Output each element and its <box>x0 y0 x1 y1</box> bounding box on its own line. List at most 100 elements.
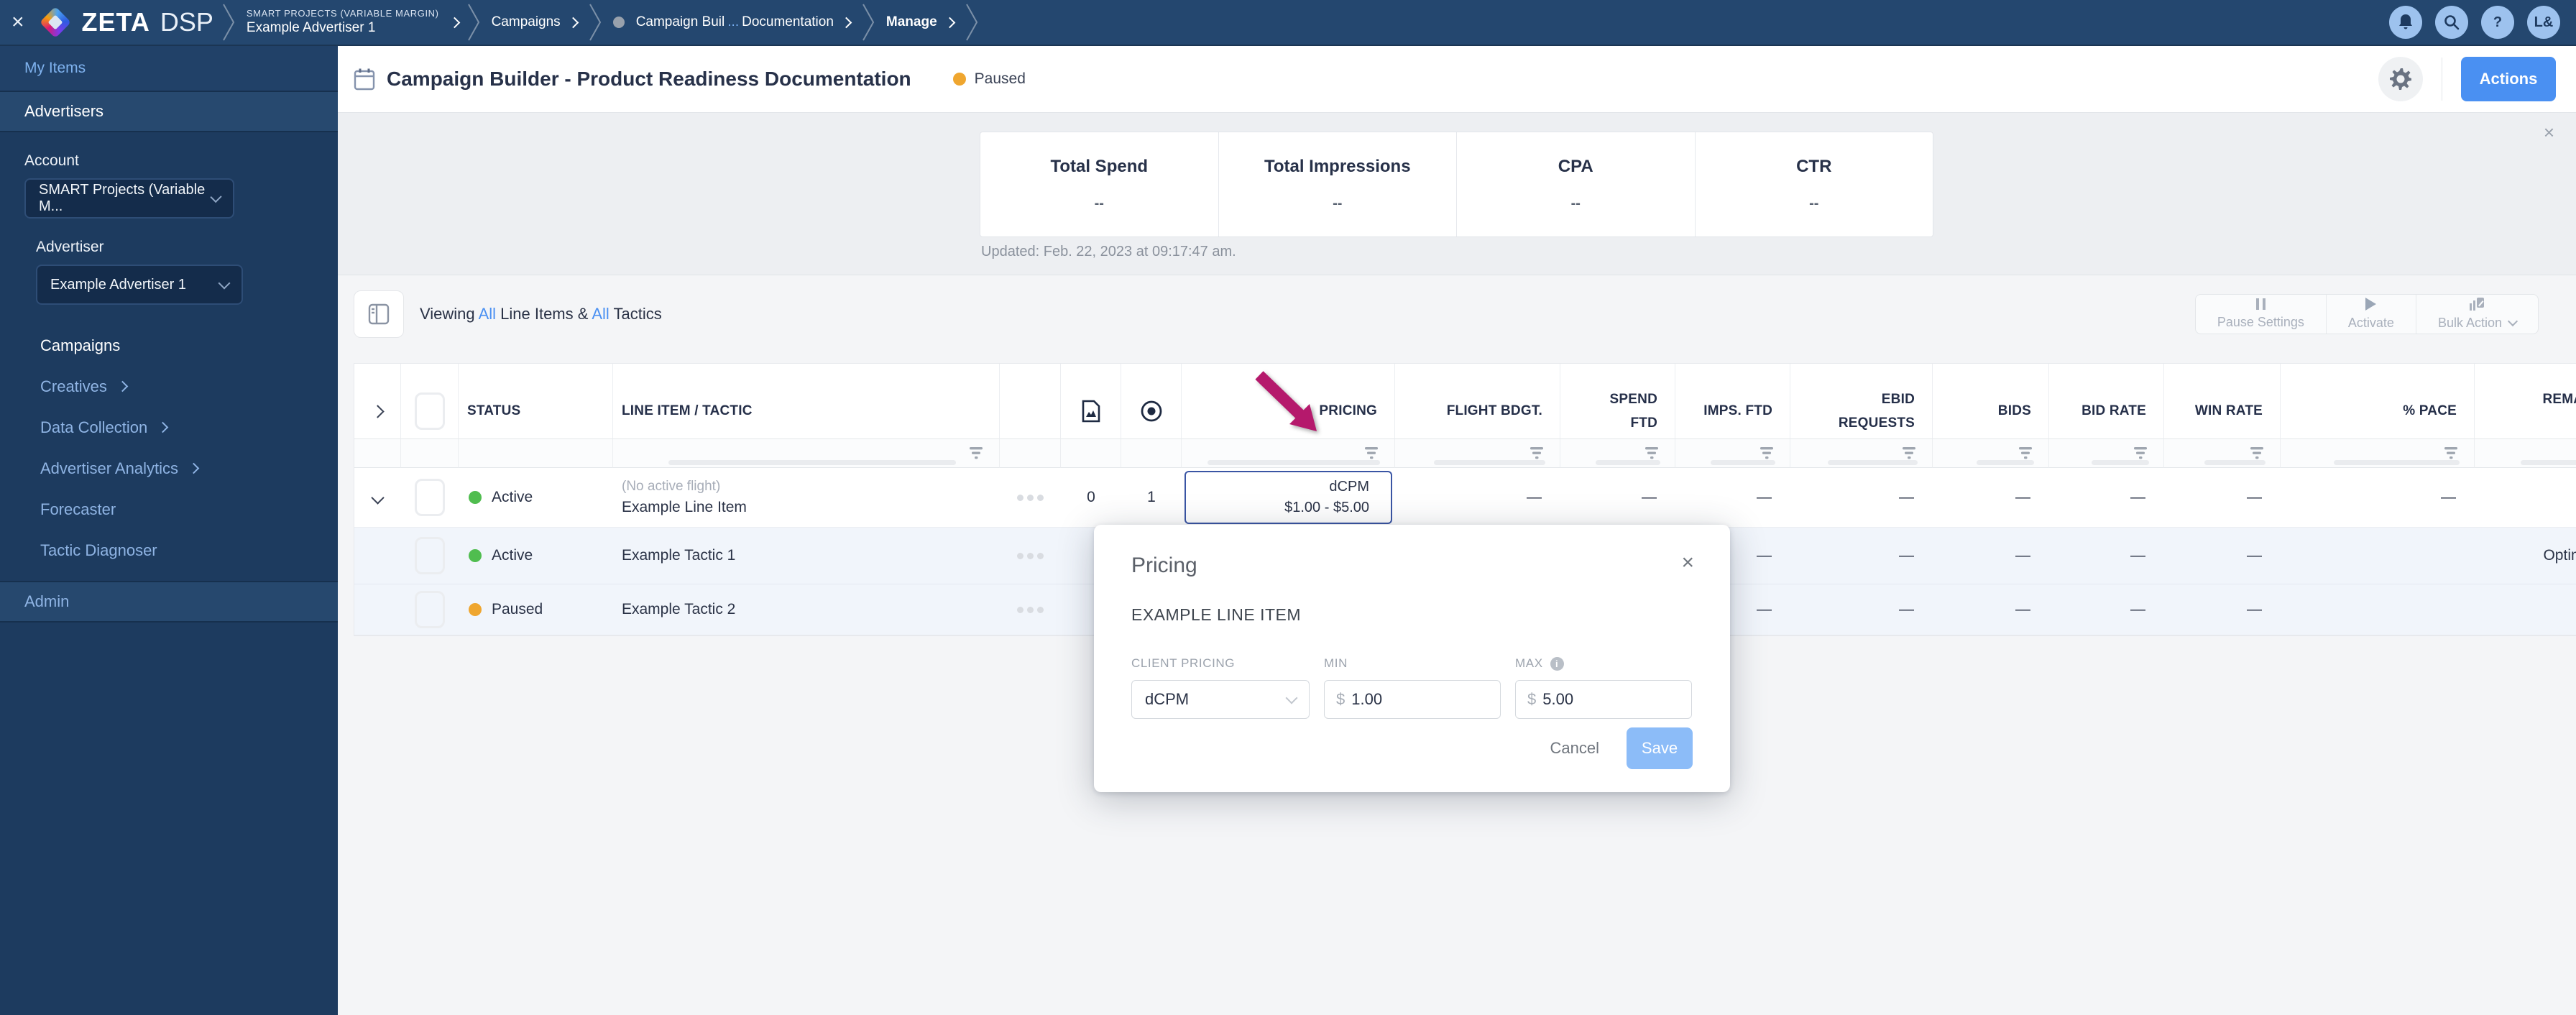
row-remaining: Optimized <box>2475 528 2576 584</box>
filter-cell-win-rate[interactable] <box>2164 439 2281 468</box>
min-input[interactable]: $ 1.00 <box>1324 680 1501 719</box>
filter-cell-ebid[interactable] <box>1790 439 1933 468</box>
row-tactic-name[interactable]: Example Tactic 2 <box>613 584 1000 635</box>
user-avatar[interactable]: L& <box>2527 6 2560 39</box>
header-remaining-budget[interactable]: REMAININGBDGT. <box>2475 364 2576 439</box>
header-expander[interactable] <box>354 364 401 439</box>
viewing-all-tactics-link[interactable]: All <box>592 305 609 323</box>
row-menu[interactable] <box>1000 528 1061 584</box>
row-select[interactable] <box>401 528 459 584</box>
modal-close-icon[interactable]: × <box>1681 551 1694 575</box>
header-win-rate[interactable]: WIN RATE <box>2164 364 2281 439</box>
status-dot <box>469 549 482 562</box>
client-pricing-select[interactable]: dCPM <box>1131 680 1310 719</box>
actions-button[interactable]: Actions <box>2461 57 2556 101</box>
ellipsis-menu-icon[interactable] <box>1017 606 1044 613</box>
row-menu[interactable] <box>1000 468 1061 527</box>
admin-label: Admin <box>24 592 70 610</box>
header-bid-rate[interactable]: BID RATE <box>2049 364 2164 439</box>
row-menu[interactable] <box>1000 584 1061 635</box>
bulk-action-button[interactable]: Bulk Action <box>2416 295 2538 334</box>
advertiser-select[interactable]: Example Advertiser 1 <box>36 265 243 305</box>
notifications-button[interactable] <box>2389 6 2422 39</box>
filter-cell-pricing[interactable] <box>1182 439 1395 468</box>
header-imps-ftd[interactable]: IMPS. FTD <box>1675 364 1790 439</box>
sidebar-item-tactic-diagnoser[interactable]: Tactic Diagnoser <box>0 530 338 571</box>
sidebar-item-my-items[interactable]: My Items <box>0 46 338 92</box>
breadcrumb-campaign[interactable]: Campaign Buil ... Documentation <box>636 14 852 30</box>
row-targeting-count[interactable]: 1 <box>1121 468 1182 527</box>
row-line-item-name[interactable]: (No active flight) Example Line Item <box>613 468 1000 527</box>
sidebar-item-creatives[interactable]: Creatives <box>0 366 338 407</box>
header-creatives[interactable] <box>1061 364 1121 439</box>
modal-title: Pricing <box>1131 554 1197 577</box>
checkbox[interactable] <box>414 392 445 430</box>
filter-underline <box>2204 460 2266 465</box>
row-select[interactable] <box>401 584 459 635</box>
header-select-all[interactable] <box>401 364 459 439</box>
save-button[interactable]: Save <box>1627 727 1693 769</box>
header-flight-budget[interactable]: FLIGHT BDGT. <box>1395 364 1560 439</box>
activate-button[interactable]: Activate <box>2327 294 2416 334</box>
sidebar-item-campaigns[interactable]: Campaigns <box>0 325 338 366</box>
close-stats-icon[interactable]: × <box>2544 121 2554 144</box>
filter-icon <box>2250 447 2263 459</box>
header-line-item[interactable]: LINE ITEM / TACTIC <box>613 364 1000 439</box>
header-ebid-requests[interactable]: EBID REQUESTS <box>1790 364 1933 439</box>
sidebar-item-label: Advertiser Analytics <box>40 459 178 477</box>
sidebar-item-admin[interactable]: Admin <box>0 581 338 623</box>
sidebar-item-forecaster[interactable]: Forecaster <box>0 489 338 530</box>
account-select[interactable]: SMART Projects (Variable M... <box>24 178 234 219</box>
ellipsis-menu-icon[interactable] <box>1017 494 1044 501</box>
chevron-right-icon <box>188 462 200 474</box>
row-tactic-name[interactable]: Example Tactic 1 <box>613 528 1000 584</box>
view-settings-button[interactable] <box>354 290 404 338</box>
header-label: BIDS <box>1997 403 2031 419</box>
sidebar-item-data-collection[interactable]: Data Collection <box>0 407 338 448</box>
viewing-all-line-items-link[interactable]: All <box>479 305 496 323</box>
row-expander[interactable] <box>354 468 401 527</box>
header-targeting[interactable] <box>1121 364 1182 439</box>
close-icon[interactable]: × <box>12 12 24 33</box>
breadcrumb-advertiser[interactable]: SMART PROJECTS (VARIABLE MARGIN) Example… <box>247 8 439 37</box>
cancel-button[interactable]: Cancel <box>1550 739 1599 758</box>
max-input[interactable]: $ 5.00 <box>1515 680 1692 719</box>
header-status[interactable]: STATUS <box>459 364 613 439</box>
breadcrumb-campaigns[interactable]: Campaigns <box>492 14 579 30</box>
header-bids[interactable]: BIDS <box>1933 364 2049 439</box>
line-item-name[interactable]: Example Line Item <box>622 497 747 518</box>
checkbox[interactable] <box>415 479 445 516</box>
filter-cell-imps[interactable] <box>1675 439 1790 468</box>
sidebar-item-advertisers[interactable]: Advertisers <box>0 92 338 132</box>
help-button[interactable]: ? <box>2481 6 2514 39</box>
filter-cell-bids[interactable] <box>1933 439 2049 468</box>
filter-cell-remaining[interactable] <box>2475 439 2576 468</box>
tactic-name[interactable]: Example Tactic 1 <box>622 545 735 566</box>
row-ebid-requests: — <box>1790 528 1933 584</box>
search-button[interactable] <box>2435 6 2468 39</box>
filter-cell-pace[interactable] <box>2281 439 2475 468</box>
filter-cell-bid-rate[interactable] <box>2049 439 2164 468</box>
main-content: Campaign Builder - Product Readiness Doc… <box>338 46 2576 1015</box>
checkbox[interactable] <box>415 591 445 628</box>
breadcrumb-manage[interactable]: Manage <box>886 14 955 30</box>
info-icon[interactable]: i <box>1550 656 1564 671</box>
settings-button[interactable] <box>2378 57 2423 101</box>
filter-cell-line-item[interactable] <box>613 439 1000 468</box>
tactic-name[interactable]: Example Tactic 2 <box>622 599 735 620</box>
pricing-cell-button[interactable]: dCPM $1.00 - $5.00 <box>1184 471 1392 524</box>
breadcrumb-divider-icon <box>467 4 479 41</box>
ellipsis-menu-icon[interactable] <box>1017 552 1044 559</box>
filter-cell-flight[interactable] <box>1395 439 1560 468</box>
sidebar-item-advertiser-analytics[interactable]: Advertiser Analytics <box>0 448 338 489</box>
row-select[interactable] <box>401 468 459 527</box>
pause-settings-button[interactable]: Pause Settings <box>2196 294 2327 334</box>
header-pace[interactable]: % PACE <box>2281 364 2475 439</box>
row-creatives-count[interactable]: 0 <box>1061 468 1121 527</box>
page-header-actions: Actions <box>2378 57 2556 101</box>
table-row-line-item[interactable]: Active (No active flight) Example Line I… <box>354 468 2576 528</box>
filter-cell-spend[interactable] <box>1560 439 1675 468</box>
checkbox[interactable] <box>415 537 445 574</box>
header-spend-ftd[interactable]: SPEND FTD <box>1560 364 1675 439</box>
filter-underline <box>1596 460 1660 465</box>
